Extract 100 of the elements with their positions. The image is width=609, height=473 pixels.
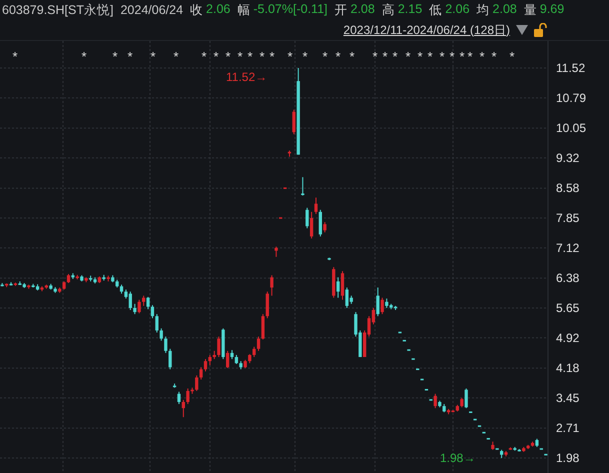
candlestick: [385, 298, 388, 308]
price-axis-label: 7.85: [556, 211, 580, 226]
candlestick: [340, 270, 344, 300]
quote-date: 2024/06/24: [120, 3, 184, 17]
event-mark: *: [467, 49, 473, 64]
event-mark: *: [302, 49, 308, 64]
price-axis-label: 11.52: [556, 61, 586, 75]
candlestick: [177, 391, 181, 405]
candlestick: [318, 209, 322, 237]
candlestick: [464, 388, 468, 409]
event-mark: *: [439, 49, 445, 64]
event-mark: *: [12, 49, 18, 64]
candlestick: [128, 291, 132, 311]
event-mark: *: [247, 49, 253, 64]
candlestick: [266, 291, 269, 319]
stat-value: 2.06: [445, 2, 470, 18]
candlestick: [292, 109, 296, 135]
event-mark: *: [479, 49, 485, 64]
stat-label: 收: [190, 2, 204, 18]
date-range-link[interactable]: 2023/12/11-2024/06/24 (128日): [343, 22, 510, 38]
stat-label: 低: [429, 2, 442, 18]
price-axis-label: 10.05: [556, 121, 586, 136]
candlestick: [261, 314, 265, 340]
price-axis-label: 6.38: [556, 271, 580, 286]
candlestick: [252, 346, 256, 358]
price-axis-label: 4.92: [556, 330, 580, 345]
event-mark: *: [112, 49, 118, 64]
event-mark: *: [459, 49, 465, 64]
candlestick: [460, 397, 464, 408]
candlestick: [155, 314, 158, 333]
stat-label: 高: [382, 2, 395, 18]
high-price-marker: 11.52→: [226, 70, 268, 84]
candlestick: [142, 295, 146, 306]
event-mark: *: [127, 49, 133, 64]
candlestick: [376, 287, 380, 317]
candlestick: [150, 304, 154, 319]
candlestick: [306, 207, 309, 229]
event-mark: *: [449, 49, 455, 64]
stat-value: -5.07%[-0.11]: [253, 2, 328, 18]
event-mark: *: [225, 49, 231, 64]
event-mark: *: [237, 49, 243, 64]
event-mark: *: [372, 49, 378, 64]
candlestick: [310, 211, 314, 239]
candlestick: [186, 388, 190, 405]
event-mark: *: [269, 49, 275, 64]
price-axis-label: 10.79: [556, 90, 586, 105]
event-mark: *: [150, 49, 156, 64]
dropdown-triangle-icon[interactable]: [516, 25, 528, 35]
price-axis-label: 2.71: [556, 421, 580, 436]
price-axis-label: 4.18: [556, 361, 580, 376]
event-mark: *: [81, 49, 87, 64]
price-axis-label: 3.45: [556, 390, 580, 405]
low-price-marker: 1.98→: [440, 451, 476, 465]
event-mark: *: [509, 49, 515, 64]
candlestick: [160, 328, 163, 342]
candlestick: [168, 348, 172, 370]
candlestick: [301, 176, 304, 196]
candlestick: [274, 246, 278, 258]
candlestick: [270, 274, 274, 296]
candlestick: [195, 374, 198, 392]
event-mark: *: [405, 49, 411, 64]
stat-value: 2.08: [492, 2, 517, 18]
candlestick: [256, 336, 260, 352]
candlestick: [146, 296, 150, 310]
stat-label: 幅: [237, 2, 250, 18]
candlestick: [226, 350, 230, 369]
candlestick: [182, 399, 186, 418]
event-mark: *: [287, 49, 293, 64]
event-mark: *: [382, 49, 388, 64]
candlestick: [204, 358, 208, 372]
stat-value: 2.15: [398, 2, 422, 18]
candlestick: [199, 366, 203, 380]
event-mark: *: [322, 49, 328, 64]
stat-label: 开: [334, 2, 348, 18]
candlestick: [345, 287, 349, 308]
candlestick: [164, 336, 168, 354]
stat-value: 9.69: [540, 2, 564, 18]
candlestick: [323, 222, 326, 233]
stat-label: 量: [524, 2, 537, 18]
price-axis-label: 7.12: [556, 240, 580, 255]
candlestick: [208, 354, 212, 366]
candlestick: [314, 197, 318, 214]
event-mark: *: [259, 49, 265, 64]
price-axis-label: 9.32: [556, 150, 580, 165]
lock-icon[interactable]: [534, 23, 547, 37]
stat-value: 2.06: [206, 2, 230, 18]
event-mark: *: [335, 49, 341, 64]
event-mark: *: [349, 49, 355, 64]
candlestick: [217, 336, 220, 358]
stat-label: 均: [476, 2, 490, 18]
event-mark: *: [213, 49, 219, 64]
event-mark: *: [491, 49, 497, 64]
event-mark: *: [427, 49, 433, 64]
event-mark: *: [173, 49, 179, 64]
candlestick: [434, 393, 437, 409]
price-axis-label: 5.65: [556, 300, 580, 315]
stock-symbol: 603879.SH[ST永悦]: [2, 2, 114, 18]
price-axis-label: 1.98: [556, 451, 580, 465]
candlestick: [380, 297, 384, 315]
event-mark: *: [392, 49, 398, 64]
